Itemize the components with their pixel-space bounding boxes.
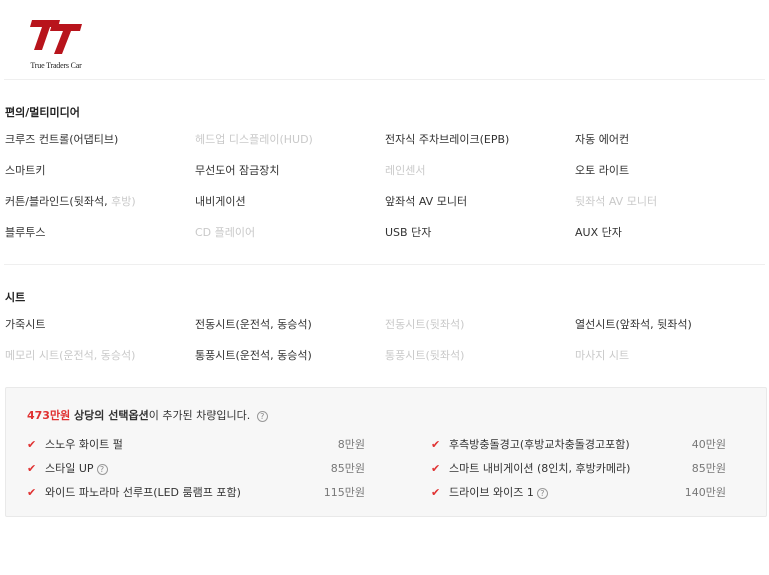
check-icon: ✔ — [431, 461, 441, 475]
option-name-text: 스타일 UP — [45, 462, 94, 475]
option-name: 후측방충돌경고(후방교차충돌경고포함) — [449, 438, 630, 451]
tt-logo-icon — [30, 20, 82, 54]
option-name: 와이드 파노라마 선루프(LED 룸램프 포함) — [45, 486, 241, 499]
option-item: 뒷좌석 AV 모니터 — [575, 195, 658, 208]
brand-logo-text: True Traders Car — [30, 61, 82, 70]
options-total-price: 473만원 — [27, 409, 71, 422]
option-item: 전동시트(뒷좌석) — [385, 318, 465, 331]
option-item: 스마트키 — [5, 164, 46, 177]
option-price: 85만원 — [330, 462, 365, 475]
option-name: 스마트 내비게이션 (8인치, 후방카메라) — [449, 462, 631, 475]
selected-option: ✔ 후측방충돌경고(후방교차충돌경고포함) 40만원 — [387, 432, 726, 456]
selected-options-list: ✔ 스노우 화이트 펄 8만원 ✔ 스타일 UP? 85만원 ✔ 와이드 파노라… — [27, 432, 747, 504]
check-icon: ✔ — [27, 437, 37, 451]
seat-options-grid: 가죽시트 전동시트(운전석, 동승석) 전동시트(뒷좌석) 열선시트(앞좌석, … — [5, 318, 765, 380]
option-row: 블루투스 CD 플레이어 USB 단자 AUX 단자 — [5, 226, 765, 257]
option-label-unavailable: 후방) — [111, 195, 136, 208]
option-item: 전자식 주차브레이크(EPB) — [385, 133, 510, 146]
selected-options-box: 473만원 상당의 선택옵션이 추가된 차량입니다. ? ✔ 스노우 화이트 펄… — [5, 387, 767, 517]
options-column-right: ✔ 후측방충돌경고(후방교차충돌경고포함) 40만원 ✔ 스마트 내비게이션 (… — [387, 432, 747, 504]
option-name: 스노우 화이트 펄 — [45, 438, 123, 451]
selected-option: ✔ 드라이브 와이즈 1? 140만원 — [387, 480, 726, 504]
summary-bold-text: 상당의 선택옵션 — [70, 409, 149, 422]
option-item: 통풍시트(운전석, 동승석) — [195, 349, 312, 362]
options-column-left: ✔ 스노우 화이트 펄 8만원 ✔ 스타일 UP? 85만원 ✔ 와이드 파노라… — [27, 432, 387, 504]
option-item: 헤드업 디스플레이(HUD) — [195, 133, 313, 146]
option-item: 메모리 시트(운전석, 동승석) — [5, 349, 136, 362]
option-name-text: 드라이브 와이즈 1 — [449, 486, 534, 499]
option-item: 레인센서 — [385, 164, 426, 177]
convenience-options-grid: 크루즈 컨트롤(어댑티브) 헤드업 디스플레이(HUD) 전자식 주차브레이크(… — [5, 133, 765, 257]
option-item: 오토 라이트 — [575, 164, 630, 177]
selected-options-summary: 473만원 상당의 선택옵션이 추가된 차량입니다. ? — [27, 407, 268, 423]
selected-option: ✔ 스노우 화이트 펄 8만원 — [27, 432, 365, 456]
option-item: 앞좌석 AV 모니터 — [385, 195, 468, 208]
selected-option: ✔ 스타일 UP? 85만원 — [27, 456, 365, 480]
selected-option: ✔ 스마트 내비게이션 (8인치, 후방카메라) 85만원 — [387, 456, 726, 480]
option-item: 전동시트(운전석, 동승석) — [195, 318, 312, 331]
section-title-seats: 시트 — [5, 291, 26, 304]
option-row: 커튼/블라인드(뒷좌석, 후방) 내비게이션 앞좌석 AV 모니터 뒷좌석 AV… — [5, 195, 765, 226]
option-item: 블루투스 — [5, 226, 46, 239]
option-item: 마사지 시트 — [575, 349, 630, 362]
option-row: 메모리 시트(운전석, 동승석) 통풍시트(운전석, 동승석) 통풍시트(뒷좌석… — [5, 349, 765, 380]
option-item: AUX 단자 — [575, 226, 622, 239]
option-price: 115만원 — [323, 486, 365, 499]
option-item: 무선도어 잠금장치 — [195, 164, 280, 177]
option-item: CD 플레이어 — [195, 226, 256, 239]
option-row: 가죽시트 전동시트(운전석, 동승석) 전동시트(뒷좌석) 열선시트(앞좌석, … — [5, 318, 765, 349]
divider — [4, 79, 765, 80]
option-item: 자동 에어컨 — [575, 133, 630, 146]
check-icon: ✔ — [431, 437, 441, 451]
option-name: 드라이브 와이즈 1? — [449, 484, 685, 500]
option-item: 크루즈 컨트롤(어댑티브) — [5, 133, 119, 146]
help-icon[interactable]: ? — [536, 487, 548, 499]
option-price: 40만원 — [691, 438, 726, 451]
check-icon: ✔ — [27, 461, 37, 475]
selected-option: ✔ 와이드 파노라마 선루프(LED 룸램프 포함) 115만원 — [27, 480, 365, 504]
section-title-convenience: 편의/멀티미디어 — [5, 106, 80, 119]
option-item: USB 단자 — [385, 226, 432, 239]
option-item: 열선시트(앞좌석, 뒷좌석) — [575, 318, 692, 331]
option-price: 140만원 — [684, 486, 726, 499]
option-name: 스타일 UP? — [45, 460, 331, 476]
help-icon[interactable]: ? — [96, 463, 108, 475]
option-item: 가죽시트 — [5, 318, 46, 331]
option-item: 내비게이션 — [195, 195, 246, 208]
check-icon: ✔ — [27, 485, 37, 499]
option-price: 85만원 — [691, 462, 726, 475]
option-item: 통풍시트(뒷좌석) — [385, 349, 465, 362]
option-row: 크루즈 컨트롤(어댑티브) 헤드업 디스플레이(HUD) 전자식 주차브레이크(… — [5, 133, 765, 164]
divider — [4, 264, 765, 265]
option-row: 스마트키 무선도어 잠금장치 레인센서 오토 라이트 — [5, 164, 765, 195]
option-item: 커튼/블라인드(뒷좌석, 후방) — [5, 195, 195, 226]
check-icon: ✔ — [431, 485, 441, 499]
help-icon[interactable]: ? — [256, 410, 268, 422]
brand-logo[interactable]: True Traders Car — [20, 14, 92, 76]
option-price: 8만원 — [337, 438, 365, 451]
summary-text: 이 추가된 차량입니다. — [148, 409, 251, 422]
option-label: 커튼/블라인드(뒷좌석, — [5, 195, 112, 208]
